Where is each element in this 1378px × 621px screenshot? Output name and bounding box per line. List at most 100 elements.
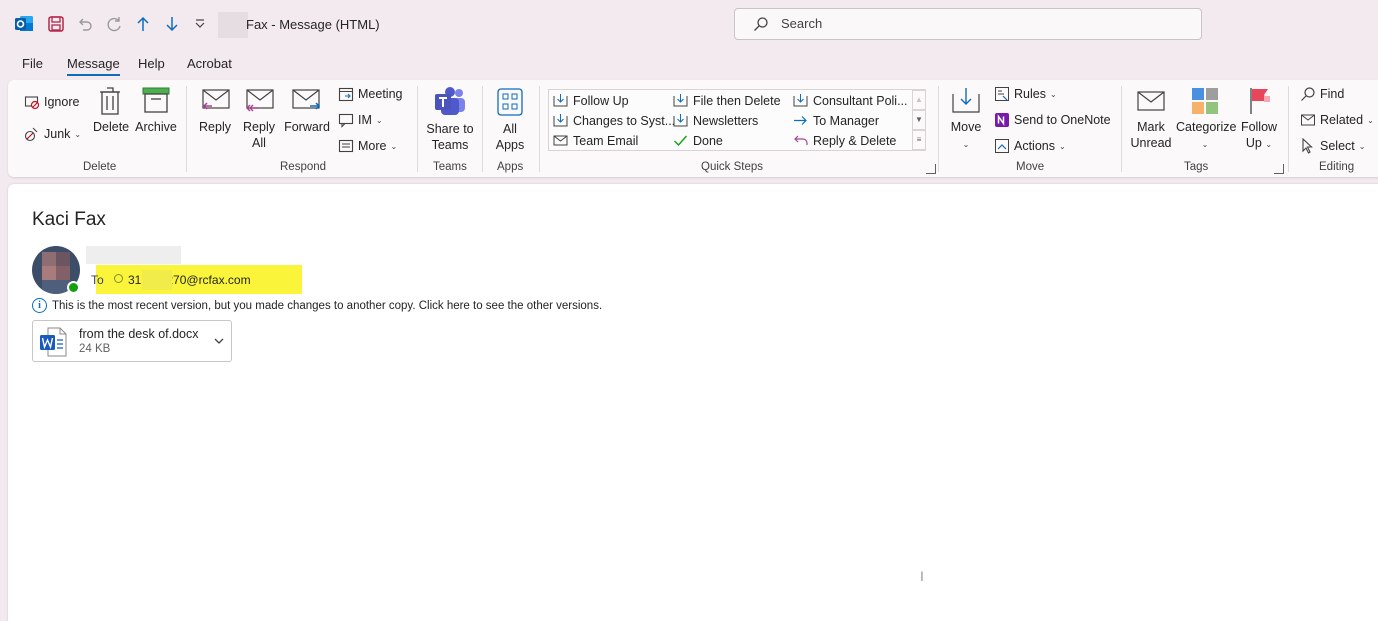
quick-steps-dialog-launcher-icon[interactable] <box>926 164 936 174</box>
quick-step-follow-up[interactable]: Follow Up <box>553 93 629 108</box>
group-divider <box>539 86 540 172</box>
select-button[interactable]: Select ⌄ <box>1300 138 1365 154</box>
quick-step-label: Done <box>693 133 723 148</box>
more-icon <box>338 139 354 153</box>
tags-group-label: Tags <box>1184 161 1209 173</box>
follow-up-label-1: Follow <box>1240 120 1278 134</box>
editing-group-label: Editing <box>1319 161 1355 173</box>
mark-unread-label-2: Unread <box>1130 136 1172 150</box>
customize-qat-icon[interactable] <box>190 14 210 34</box>
quick-steps-scroll-down[interactable]: ▼ <box>912 110 926 130</box>
categorize-label: Categorize <box>1176 120 1237 134</box>
tags-dialog-launcher-icon[interactable] <box>1274 164 1284 174</box>
quick-step-done[interactable]: Done <box>673 133 723 148</box>
info-icon: i <box>32 298 47 313</box>
onenote-icon <box>995 113 1009 127</box>
quick-step-label: Changes to Syst... <box>573 113 676 128</box>
reply-all-button[interactable]: Reply All <box>242 86 276 151</box>
group-divider <box>1288 86 1289 172</box>
calendar-icon <box>338 87 354 102</box>
presence-available-icon <box>67 281 80 294</box>
next-item-icon[interactable] <box>162 14 182 34</box>
attachment-name: from the desk of.docx <box>79 327 199 341</box>
meeting-label: Meeting <box>358 87 403 101</box>
tab-help[interactable]: Help <box>138 56 165 71</box>
redacted-sender <box>86 246 181 264</box>
all-apps-button[interactable]: All Apps <box>492 86 528 153</box>
previous-item-icon[interactable] <box>133 14 153 34</box>
archive-button[interactable]: Archive <box>134 86 178 135</box>
select-label: Select <box>1320 139 1355 153</box>
junk-button[interactable]: Junk ⌄ <box>24 126 81 142</box>
more-respond-button[interactable]: More ⌄ <box>338 138 397 154</box>
delete-button[interactable]: Delete <box>93 86 130 135</box>
message-subject: Kaci Fax <box>32 209 106 230</box>
quick-step-consultant-policy[interactable]: Consultant Poli... <box>793 93 908 108</box>
move-group-label: Move <box>1016 161 1045 173</box>
quick-step-changes-to-system[interactable]: Changes to Syst... <box>553 113 675 128</box>
rules-label: Rules <box>1014 87 1046 101</box>
recipient-status-icon <box>114 274 123 283</box>
follow-up-button[interactable]: Follow Up ⌄ <box>1240 86 1278 153</box>
im-button[interactable]: IM ⌄ <box>338 112 383 128</box>
tab-file[interactable]: File <box>22 56 43 71</box>
junk-icon <box>24 127 38 142</box>
forward-button[interactable]: Forward <box>284 86 330 135</box>
quick-step-reply-and-delete[interactable]: Reply & Delete <box>793 133 896 148</box>
find-button[interactable]: Find <box>1300 86 1344 102</box>
quick-step-label: File then Delete <box>693 93 781 108</box>
undo-icon[interactable] <box>75 14 95 34</box>
save-icon[interactable] <box>46 14 66 34</box>
share-to-teams-button[interactable]: Share to Teams <box>425 86 475 153</box>
all-apps-label-2: Apps <box>495 138 525 152</box>
quick-step-newsletters[interactable]: Newsletters <box>673 113 758 128</box>
quick-step-to-manager[interactable]: To Manager <box>793 113 879 128</box>
teams-group-label: Teams <box>433 161 467 173</box>
actions-button[interactable]: Actions ⌄ <box>994 138 1066 154</box>
related-label: Related <box>1320 113 1364 127</box>
chevron-down-icon: ⌄ <box>390 141 398 151</box>
chevron-down-icon: ⌄ <box>1358 141 1366 151</box>
im-icon <box>338 113 354 128</box>
related-button[interactable]: Related ⌄ <box>1300 112 1374 128</box>
chevron-down-icon: ⌄ <box>74 129 82 139</box>
flag-icon <box>1250 88 1270 114</box>
apps-grid-icon <box>497 88 523 116</box>
share-teams-label-1: Share to <box>426 122 474 136</box>
quick-steps-expand[interactable]: ≡ <box>912 130 926 150</box>
to-label: To <box>91 273 104 287</box>
meeting-button[interactable]: Meeting <box>338 86 402 102</box>
reply-button[interactable]: Reply <box>198 86 232 135</box>
chevron-down-icon: ⌄ <box>1367 115 1374 125</box>
quick-step-team-email[interactable]: Team Email <box>553 133 638 148</box>
ribbon: Ignore Junk ⌄ Delete Archive Delete Repl… <box>8 80 1378 177</box>
chevron-down-icon: ⌄ <box>962 140 970 149</box>
rules-button[interactable]: Rules ⌄ <box>994 86 1057 102</box>
redo-icon[interactable] <box>104 14 124 34</box>
word-document-icon <box>39 327 67 360</box>
chevron-down-icon: ⌄ <box>1201 140 1209 149</box>
checkmark-icon <box>674 135 688 147</box>
actions-label: Actions <box>1014 139 1055 153</box>
quick-step-file-then-delete[interactable]: File then Delete <box>673 93 781 108</box>
attachment-card[interactable]: from the desk of.docx 24 KB <box>32 320 232 362</box>
search-input[interactable] <box>781 16 1161 31</box>
version-info-bar[interactable]: i This is the most recent version, but y… <box>32 298 602 313</box>
move-button[interactable]: Move ⌄ <box>948 86 984 153</box>
quick-step-label: Follow Up <box>573 93 629 108</box>
search-box[interactable] <box>734 8 1202 40</box>
ignore-button[interactable]: Ignore <box>24 94 79 110</box>
archive-label: Archive <box>135 120 177 134</box>
move-folder-icon <box>952 88 980 113</box>
delete-label: Delete <box>93 120 130 134</box>
categorize-button[interactable]: Categorize ⌄ <box>1176 86 1237 153</box>
send-to-onenote-button[interactable]: Send to OneNote <box>994 112 1111 128</box>
quick-steps-scroll-up[interactable]: ▲ <box>912 90 926 110</box>
tab-acrobat[interactable]: Acrobat <box>187 56 232 71</box>
group-divider <box>186 86 187 172</box>
share-teams-label-2: Teams <box>431 138 469 152</box>
mark-unread-button[interactable]: Mark Unread <box>1130 86 1172 151</box>
more-label: More <box>358 139 387 153</box>
tab-message[interactable]: Message <box>67 56 120 76</box>
chevron-down-icon[interactable] <box>213 335 225 350</box>
